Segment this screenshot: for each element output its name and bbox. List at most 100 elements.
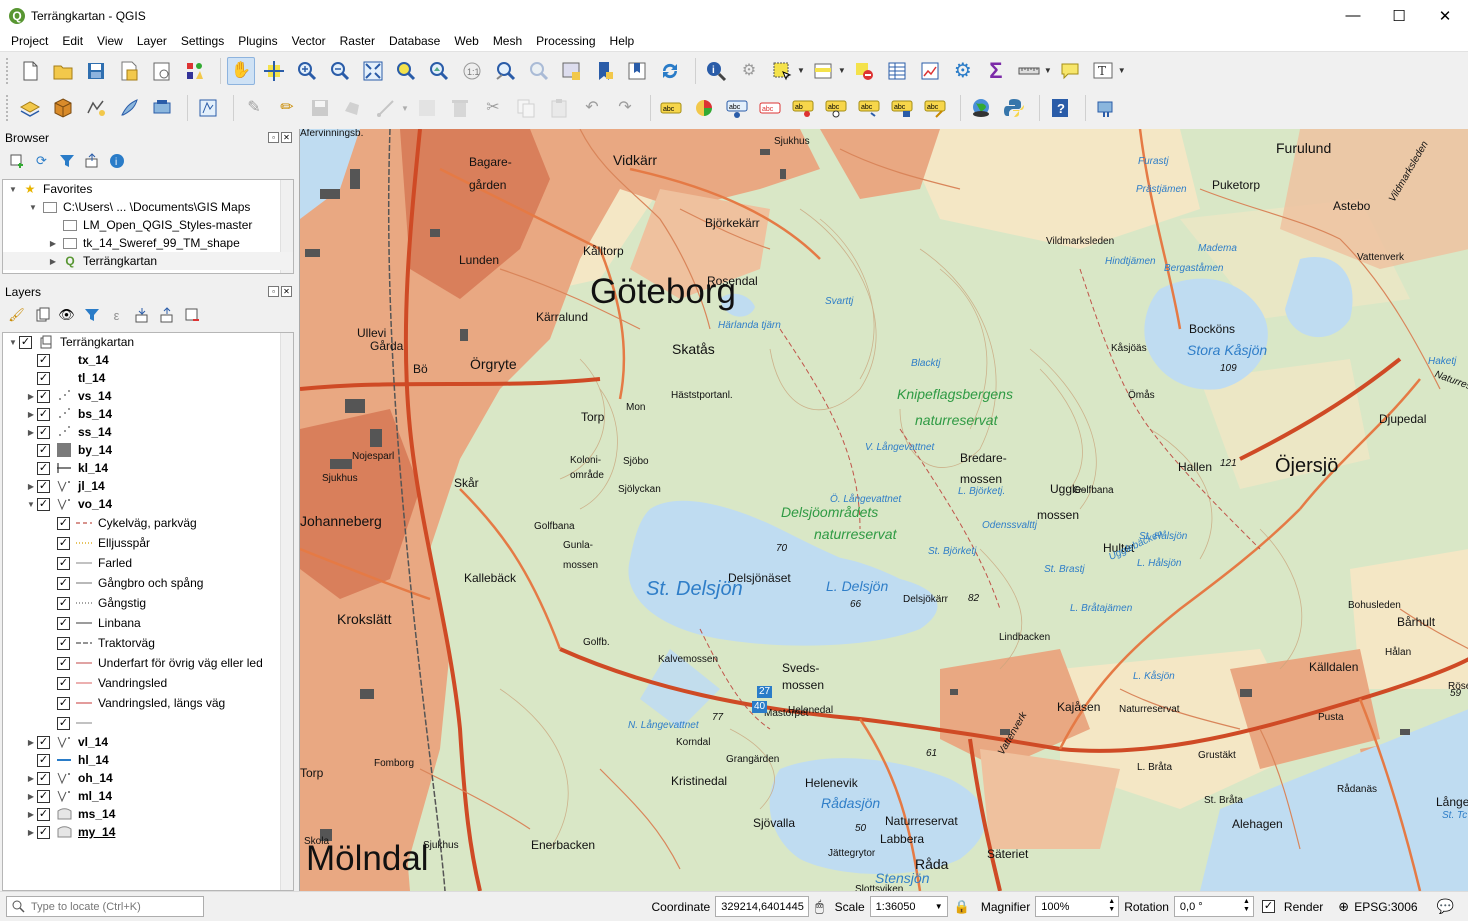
collapsed-arrow-icon[interactable]: ▶ [25, 410, 37, 419]
layer-visibility-checkbox[interactable]: ✓ [19, 335, 32, 349]
zoom-next-button[interactable] [524, 57, 552, 85]
layer-row[interactable]: ✓ hl_14 [3, 751, 293, 769]
legend-item-row[interactable]: ✓ Elljusspår [3, 533, 293, 553]
add-feature-button[interactable] [339, 94, 367, 122]
save-edits-button[interactable] [306, 94, 334, 122]
new-temporary-layer-button[interactable] [115, 94, 143, 122]
menu-edit[interactable]: Edit [55, 34, 90, 48]
undo-button[interactable]: ↶ [578, 94, 606, 122]
toggle-extents-icon[interactable]: 🖱 [815, 898, 823, 915]
new-virtual-layer-button[interactable] [148, 94, 176, 122]
expand-all-button[interactable] [131, 305, 152, 326]
add-group-button[interactable] [31, 305, 52, 326]
toolbox-button[interactable]: ⚙ [949, 57, 977, 85]
layer-visibility-checkbox[interactable]: ✓ [37, 789, 50, 803]
layer-row[interactable]: ▶ ✓ ss_14 [3, 423, 293, 441]
label-pencil-button[interactable]: abc [921, 94, 949, 122]
select-expression-dropdown-icon[interactable]: ▼ [838, 66, 846, 75]
enable-properties-button[interactable]: i [106, 151, 127, 172]
map-tips-toggle-button[interactable] [1056, 57, 1084, 85]
vertex-tool-button[interactable] [372, 94, 400, 122]
layer-visibility-checkbox[interactable]: ✓ [37, 497, 50, 511]
layer-visibility-checkbox[interactable]: ✓ [37, 461, 50, 475]
menu-view[interactable]: View [90, 34, 130, 48]
cut-features-button[interactable]: ✂ [479, 94, 507, 122]
layer-visibility-checkbox[interactable]: ✓ [57, 576, 70, 590]
zoom-to-selection-button[interactable] [392, 57, 420, 85]
legend-item-row[interactable]: ✓ Traktorväg [3, 633, 293, 653]
legend-item-row[interactable]: ✓ Linbana [3, 613, 293, 633]
layer-row[interactable]: ▶ ✓ ms_14 [3, 805, 293, 823]
collapse-all-button[interactable] [81, 151, 102, 172]
toggle-editing-button[interactable]: ✏ [273, 94, 301, 122]
data-source-manager-button[interactable] [16, 94, 44, 122]
layer-row[interactable]: ✓ tl_14 [3, 369, 293, 387]
layer-diagram-button[interactable] [690, 94, 718, 122]
locator-search-box[interactable]: Type to locate (Ctrl+K) [6, 896, 204, 917]
layer-row[interactable]: ▶ ✓ bs_14 [3, 405, 293, 423]
collapse-all-button[interactable] [156, 305, 177, 326]
menu-layer[interactable]: Layer [130, 34, 174, 48]
zoom-last-button[interactable] [491, 57, 519, 85]
maximize-button[interactable]: ☐ [1376, 0, 1422, 31]
layer-row[interactable]: ▶ ✓ oh_14 [3, 769, 293, 787]
menu-project[interactable]: Project [4, 34, 55, 48]
text-annotation-button[interactable]: T [1089, 57, 1117, 85]
collapsed-arrow-icon[interactable]: ▶ [25, 792, 37, 801]
show-bookmarks-button[interactable] [623, 57, 651, 85]
menu-help[interactable]: Help [603, 34, 642, 48]
layer-row[interactable]: ▶ ✓ my_14 [3, 823, 293, 841]
attribute-table-button[interactable] [883, 57, 911, 85]
label-toolbar-button[interactable]: abc [657, 94, 685, 122]
browser-item[interactable]: ▶ tk_14_Sweref_99_TM_shape [3, 234, 293, 252]
expanded-arrow-icon[interactable]: ▼ [27, 203, 39, 212]
zoom-in-button[interactable] [293, 57, 321, 85]
new-map-view-button[interactable] [557, 57, 585, 85]
filter-legend-button[interactable] [81, 305, 102, 326]
layer-visibility-checkbox[interactable]: ✓ [37, 771, 50, 785]
new-project-button[interactable] [16, 57, 44, 85]
measure-dropdown-icon[interactable]: ▼ [1044, 66, 1052, 75]
layer-visibility-checkbox[interactable]: ✓ [37, 353, 50, 367]
manage-map-themes-button[interactable]: 👁 [56, 305, 77, 326]
layer-visibility-checkbox[interactable]: ✓ [57, 656, 70, 670]
layer-visibility-checkbox[interactable]: ✓ [37, 443, 50, 457]
float-panel-button[interactable]: ▫ [268, 132, 279, 143]
layer-visibility-checkbox[interactable]: ✓ [57, 696, 70, 710]
select-features-button[interactable] [768, 57, 796, 85]
menu-database[interactable]: Database [382, 34, 447, 48]
scale-combobox[interactable]: 1:36050 ▼ [869, 896, 948, 917]
layer-group-row[interactable]: ▼ ✓ Terrängkartan [3, 333, 293, 351]
collapsed-arrow-icon[interactable]: ▶ [25, 428, 37, 437]
delete-selected-button[interactable] [446, 94, 474, 122]
field-calculator-button[interactable]: Σ [982, 57, 1010, 85]
refresh-button[interactable] [656, 57, 684, 85]
lock-scale-icon[interactable]: 🔒 [954, 899, 970, 915]
remove-layer-button[interactable] [181, 305, 202, 326]
rotation-spinbox[interactable]: 0,0 ° ▲ ▼ [1173, 896, 1254, 917]
zoom-full-button[interactable] [359, 57, 387, 85]
zoom-native-button[interactable]: 1:1 [458, 57, 486, 85]
collapsed-arrow-icon[interactable]: ▶ [25, 828, 37, 837]
layer-row[interactable]: ▶ ✓ ml_14 [3, 787, 293, 805]
layer-visibility-checkbox[interactable]: ✓ [37, 407, 50, 421]
rotate-label-button[interactable]: abc [822, 94, 850, 122]
layer-visibility-checkbox[interactable]: ✓ [57, 536, 70, 550]
layer-visibility-checkbox[interactable]: ✓ [57, 616, 70, 630]
menu-raster[interactable]: Raster [333, 34, 382, 48]
legend-item-row[interactable]: ✓ Farled [3, 553, 293, 573]
close-panel-button[interactable]: ✕ [281, 286, 292, 297]
browser-item[interactable]: LM_Open_QGIS_Styles-master [3, 216, 293, 234]
layer-row[interactable]: ✓ kl_14 [3, 459, 293, 477]
close-button[interactable]: ✕ [1422, 0, 1468, 31]
layer-visibility-checkbox[interactable]: ✓ [57, 716, 70, 730]
legend-item-row[interactable]: ✓ Gångbro och spång [3, 573, 293, 593]
collapsed-arrow-icon[interactable]: ▶ [47, 257, 59, 266]
save-project-button[interactable] [82, 57, 110, 85]
layer-visibility-checkbox[interactable]: ✓ [57, 516, 70, 530]
add-layer-button[interactable] [6, 151, 27, 172]
filter-browser-button[interactable] [56, 151, 77, 172]
collapsed-arrow-icon[interactable]: ▶ [25, 774, 37, 783]
layer-row[interactable]: ▶ ✓ jl_14 [3, 477, 293, 495]
new-geopackage-layer-button[interactable] [49, 94, 77, 122]
